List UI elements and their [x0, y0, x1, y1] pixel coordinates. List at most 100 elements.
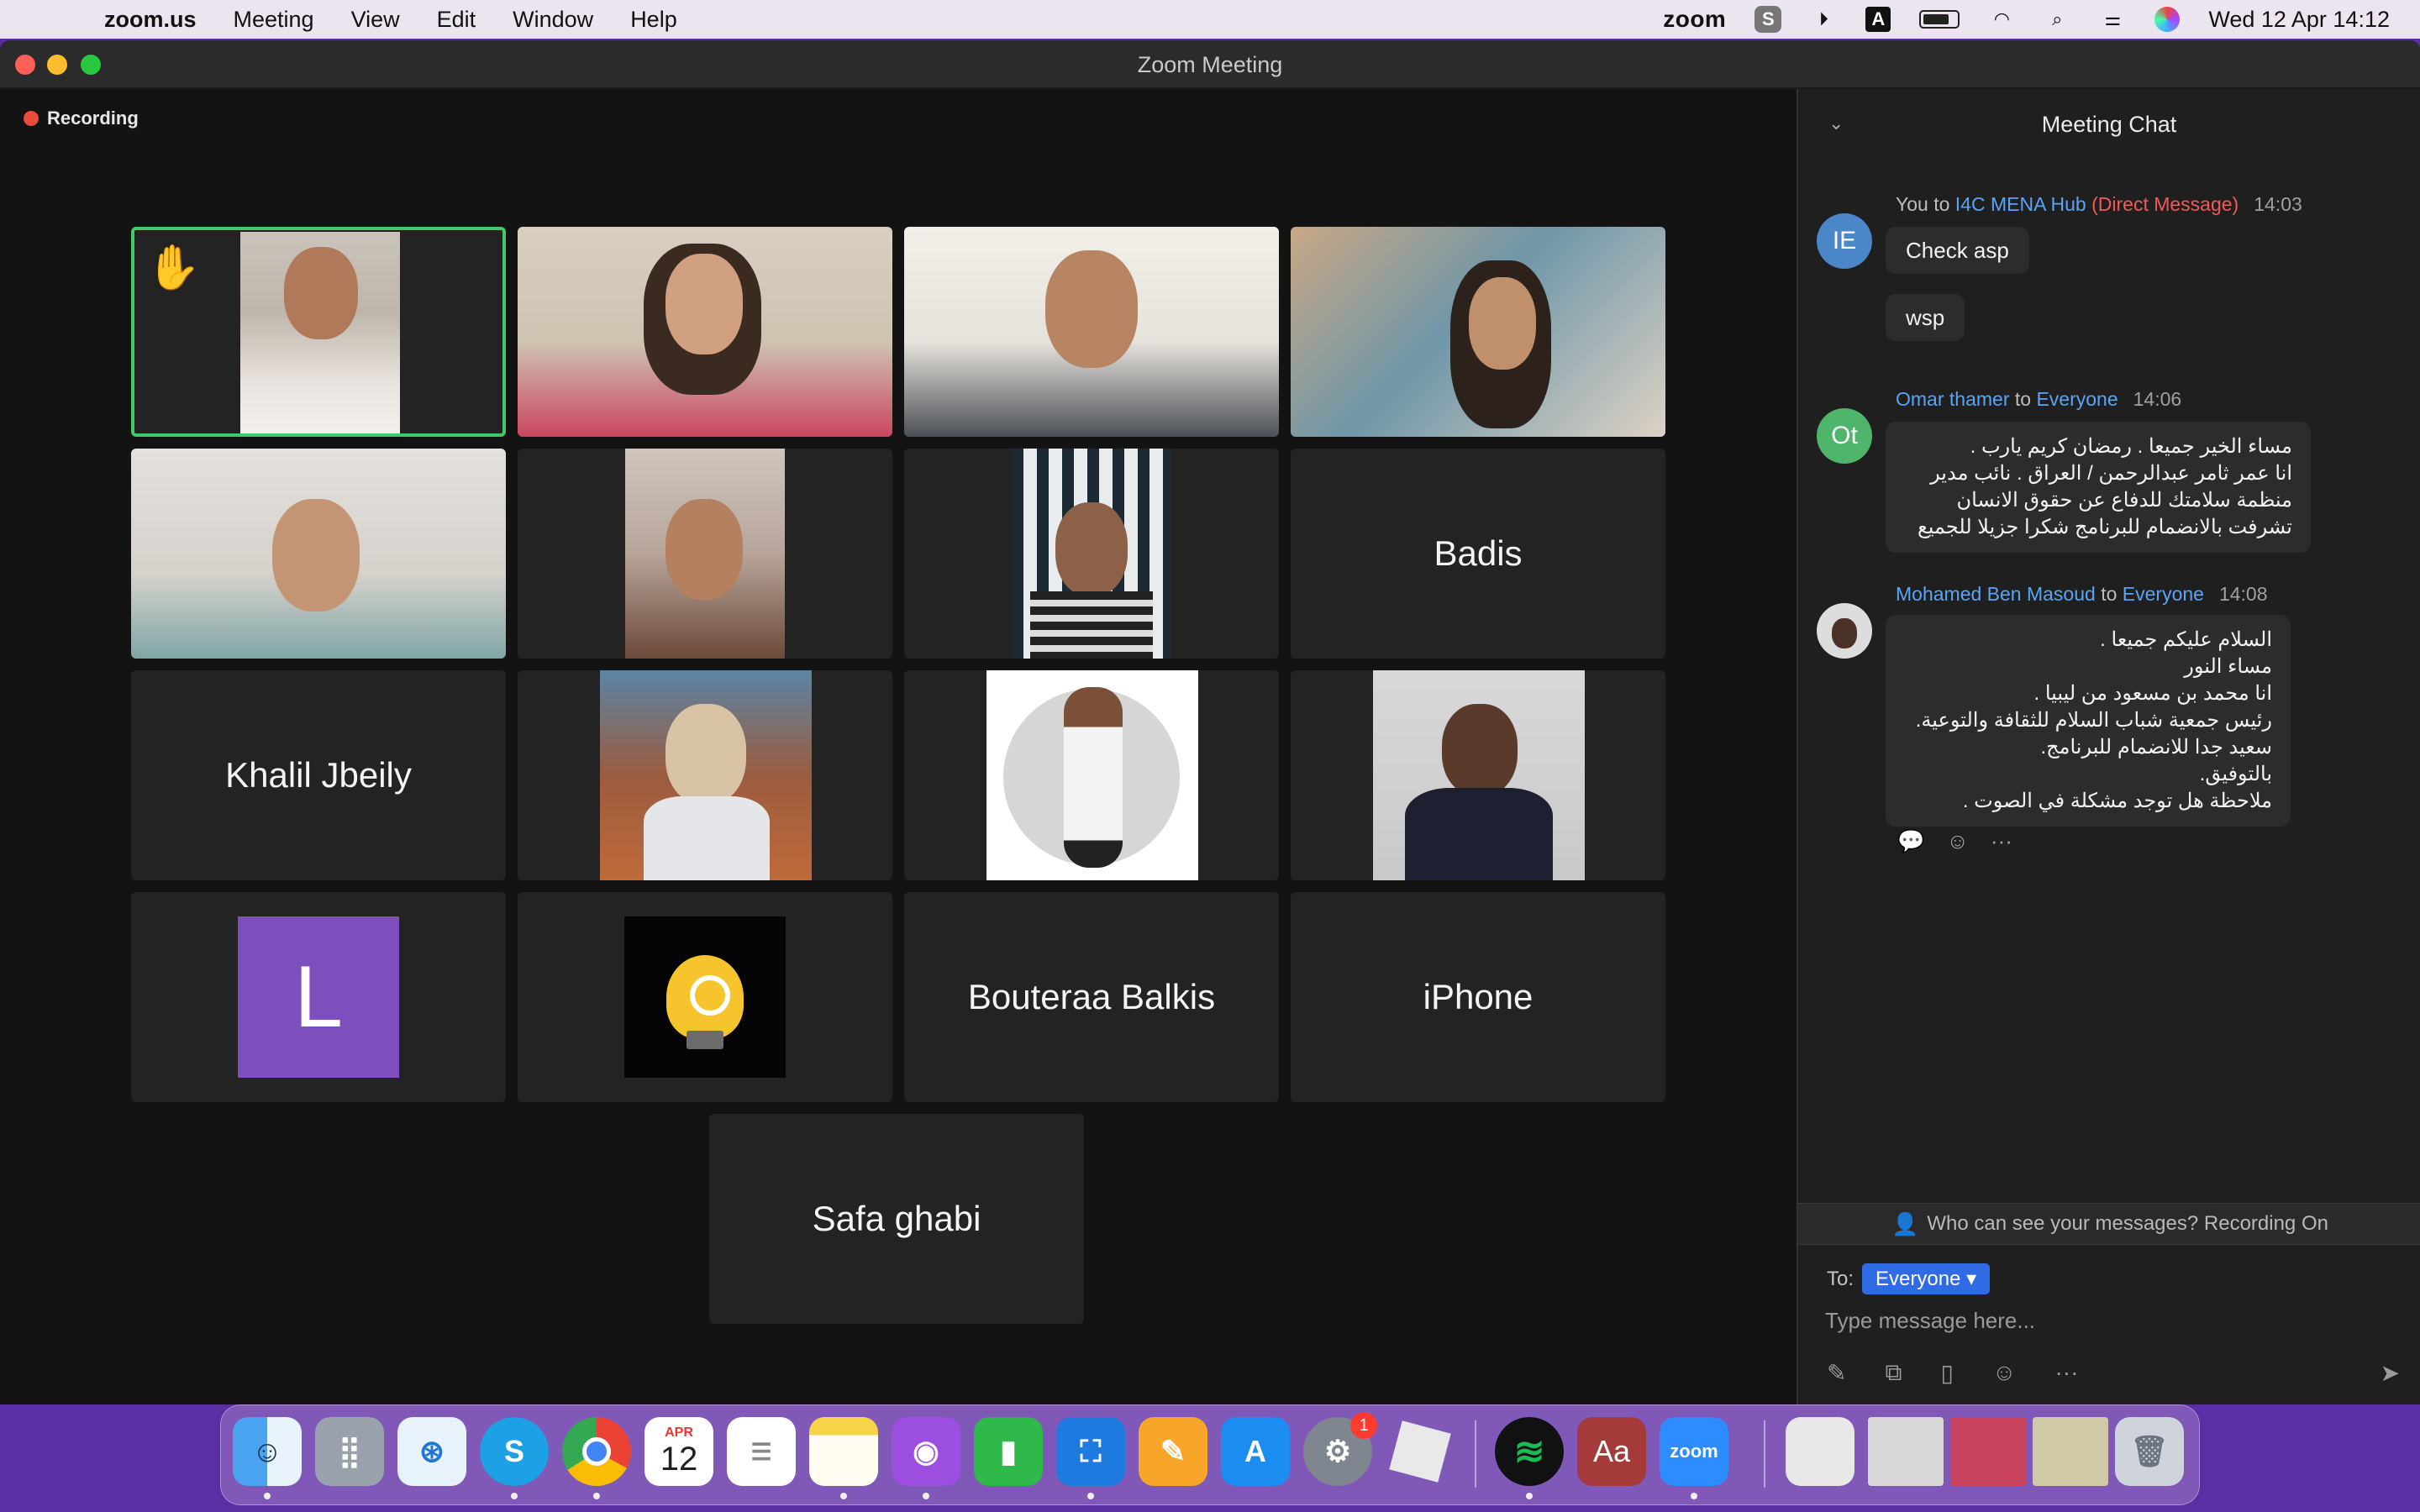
- dictionary-icon[interactable]: Aa: [1577, 1417, 1646, 1486]
- message-recipient[interactable]: I4C MENA Hub: [1955, 193, 2086, 215]
- chat-message: Ot Omar thamer to Everyone 14:06 مساء الخ…: [1817, 388, 2402, 556]
- message-recipient[interactable]: Everyone: [2036, 388, 2118, 410]
- screenshot-file-icon[interactable]: [1868, 1417, 1944, 1486]
- participant-tile-badis[interactable]: Badis: [1291, 449, 1665, 659]
- message-sender[interactable]: Mohamed Ben Masoud: [1896, 583, 2096, 605]
- direct-message-tag: (Direct Message): [2086, 193, 2239, 215]
- participant-name: Bouteraa Balkis: [967, 977, 1216, 1016]
- participant-tile[interactable]: [518, 670, 892, 880]
- participant-tile[interactable]: [904, 449, 1279, 659]
- participant-letter-avatar: L: [238, 916, 399, 1078]
- dock-separator: [1764, 1420, 1765, 1488]
- more-icon[interactable]: ···: [1991, 828, 2012, 854]
- chrome-icon[interactable]: [562, 1417, 631, 1486]
- notes-icon[interactable]: [809, 1417, 878, 1486]
- participant-face: [1045, 250, 1138, 368]
- system-settings-icon[interactable]: ⚙ 1: [1303, 1412, 1377, 1486]
- reply-icon[interactable]: 💬: [1897, 828, 1924, 854]
- screenshot-icon[interactable]: ⧉: [1885, 1359, 1902, 1387]
- numbers-icon[interactable]: ▮: [974, 1417, 1043, 1486]
- chat-toolbar: ✎ ⧉ ▯ ☺ ···: [1827, 1359, 2078, 1387]
- reminders-icon[interactable]: ☰: [727, 1417, 796, 1486]
- roblox-icon[interactable]: [1386, 1417, 1455, 1486]
- recording-indicator[interactable]: Recording: [24, 108, 139, 129]
- message-actions: 💬 ☺ ···: [1897, 828, 2012, 854]
- participant-tile-bouteraa-balkis[interactable]: Bouteraa Balkis: [904, 892, 1279, 1102]
- message-bubble[interactable]: مساء الخير جميعا . رمضان كريم يارب . انا…: [1886, 422, 2311, 553]
- participant-tile-active-speaker[interactable]: ✋: [131, 227, 506, 437]
- participant-tile-l[interactable]: L: [131, 892, 506, 1102]
- menu-view[interactable]: View: [351, 7, 400, 33]
- app-store-icon[interactable]: A: [1221, 1417, 1290, 1486]
- add-reaction-icon[interactable]: ☺: [1946, 828, 1969, 854]
- zip-file-icon[interactable]: [1786, 1417, 1854, 1486]
- recipient-dropdown[interactable]: Everyone ▾: [1862, 1263, 1991, 1294]
- message-time: 14:03: [2254, 193, 2302, 215]
- menu-edit[interactable]: Edit: [437, 7, 476, 33]
- finder-icon[interactable]: ☺: [233, 1417, 302, 1486]
- keyboard-input-icon[interactable]: A: [1865, 7, 1891, 32]
- message-bubble[interactable]: wsp: [1886, 294, 1965, 341]
- spotlight-search-icon[interactable]: ⌕: [2044, 6, 2070, 33]
- format-text-icon[interactable]: ✎: [1827, 1359, 1846, 1387]
- menu-window[interactable]: Window: [513, 7, 593, 33]
- message-prefix: You to: [1896, 193, 1955, 215]
- participant-tile[interactable]: [131, 449, 506, 659]
- control-center-icon[interactable]: ⚌: [2099, 6, 2126, 33]
- participant-tile-khalil-jbeily[interactable]: Khalil Jbeily: [131, 670, 506, 880]
- keynote-icon[interactable]: ⛶: [1056, 1417, 1125, 1486]
- recipient-selector-row: To: Everyone ▾: [1827, 1263, 1991, 1294]
- running-indicator: [264, 1493, 271, 1499]
- wifi-icon[interactable]: ◠: [1988, 6, 2015, 33]
- message-input[interactable]: [1825, 1302, 2396, 1339]
- zoom-status-icon[interactable]: zoom: [1663, 6, 1726, 33]
- launchpad-icon[interactable]: ⣿: [315, 1417, 384, 1486]
- lightbulb-avatar-icon: [624, 916, 786, 1078]
- emoji-icon[interactable]: ☺: [1992, 1359, 2017, 1387]
- participant-tile[interactable]: [904, 670, 1279, 880]
- participant-tile[interactable]: [518, 227, 892, 437]
- calendar-day: 12: [660, 1440, 698, 1478]
- participant-tile-iphone[interactable]: iPhone: [1291, 892, 1665, 1102]
- participant-tile-safa-ghabi[interactable]: Safa ghabi: [709, 1114, 1084, 1324]
- zoom-app-icon[interactable]: zoom: [1660, 1417, 1728, 1486]
- calendar-icon[interactable]: APR 12: [644, 1417, 713, 1486]
- chat-message: Mohamed Ben Masoud to Everyone 14:08 السل…: [1817, 583, 2402, 869]
- chat-privacy-banner[interactable]: 👤 Who can see your messages? Recording O…: [1798, 1203, 2420, 1245]
- screenshot-file-icon[interactable]: [2033, 1417, 2108, 1486]
- skype-status-icon[interactable]: S: [1754, 6, 1782, 33]
- menu-meeting[interactable]: Meeting: [234, 7, 314, 33]
- message-sender[interactable]: Omar thamer: [1896, 388, 2009, 410]
- more-options-icon[interactable]: ···: [2054, 1359, 2078, 1387]
- safari-icon[interactable]: ⊛: [397, 1417, 466, 1486]
- message-bubble[interactable]: Check asp: [1886, 227, 2029, 274]
- message-bubble[interactable]: السلام عليكم جميعا . مساء النور انا محمد…: [1886, 615, 2291, 827]
- play-status-icon[interactable]: ⏵: [1810, 6, 1837, 33]
- menubar-clock[interactable]: Wed 12 Apr 14:12: [2208, 7, 2390, 33]
- chat-header: ⌄ Meeting Chat: [1798, 89, 2420, 160]
- chevron-down-icon[interactable]: ⌄: [1828, 113, 1844, 134]
- message-header: Mohamed Ben Masoud to Everyone 14:08: [1896, 583, 2268, 606]
- pages-icon[interactable]: ✎: [1139, 1417, 1207, 1486]
- participant-tile[interactable]: [1291, 670, 1665, 880]
- participant-tile-bulb[interactable]: [518, 892, 892, 1102]
- participant-face: [284, 247, 358, 339]
- participant-face: [1469, 277, 1536, 370]
- window-titlebar[interactable]: Zoom Meeting: [0, 40, 2420, 89]
- trash-icon[interactable]: 🗑: [2115, 1417, 2184, 1486]
- menu-help[interactable]: Help: [630, 7, 677, 33]
- screenshot-file-icon[interactable]: [1950, 1417, 2026, 1486]
- file-attach-icon[interactable]: ▯: [1940, 1359, 1953, 1387]
- menu-app-name[interactable]: zoom.us: [104, 7, 197, 33]
- battery-icon[interactable]: [1919, 10, 1960, 29]
- podcasts-icon[interactable]: ◉: [892, 1417, 960, 1486]
- message-recipient[interactable]: Everyone: [2123, 583, 2204, 605]
- skype-icon[interactable]: S: [480, 1417, 549, 1486]
- participant-tile[interactable]: [518, 449, 892, 659]
- participant-tile[interactable]: [1291, 227, 1665, 437]
- running-indicator: [840, 1493, 847, 1499]
- send-icon[interactable]: ➤: [2381, 1359, 2400, 1387]
- spotify-icon[interactable]: ≋: [1495, 1417, 1564, 1486]
- siri-icon[interactable]: [2154, 7, 2181, 32]
- participant-tile[interactable]: [904, 227, 1279, 437]
